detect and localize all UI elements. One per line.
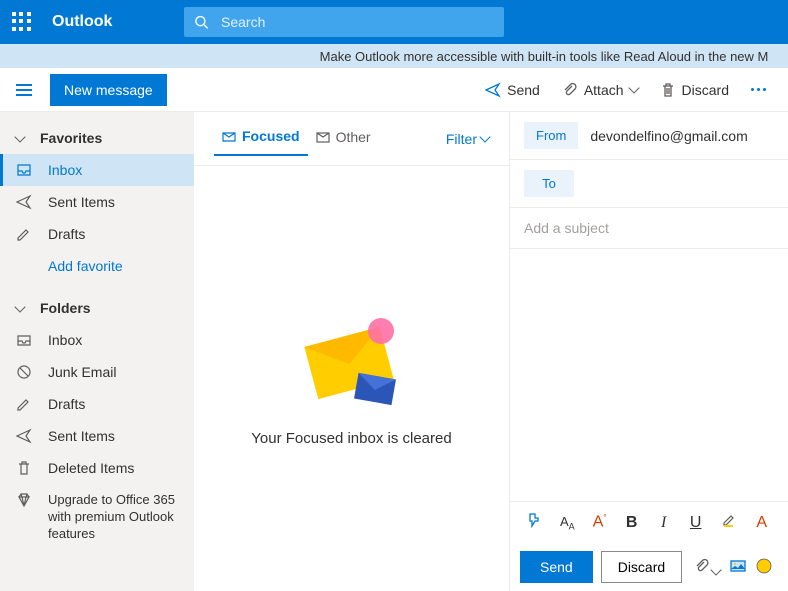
text-color-button[interactable]: A [749, 510, 775, 536]
tab-focused[interactable]: Focused [214, 122, 308, 156]
sidebar-item-drafts[interactable]: Drafts [0, 218, 194, 250]
chevron-down-icon [479, 131, 490, 142]
empty-text: Your Focused inbox is cleared [251, 428, 451, 449]
other-icon [316, 130, 330, 144]
sent-icon [16, 428, 32, 444]
attach-button[interactable]: Attach [552, 76, 648, 104]
chevron-down-icon [628, 82, 639, 93]
toolbar: New message Send Attach Discard [0, 68, 788, 112]
discard-button[interactable]: Discard [650, 76, 739, 104]
focused-icon [222, 129, 236, 143]
to-input[interactable] [586, 176, 774, 192]
hamburger-icon[interactable] [12, 80, 36, 100]
sidebar-item-sent[interactable]: Sent Items [0, 186, 194, 218]
favorites-header[interactable]: Favorites [0, 122, 194, 154]
send-icon [485, 82, 501, 98]
app-header: Outlook [0, 0, 788, 44]
tab-other[interactable]: Other [308, 123, 379, 155]
subject-input[interactable] [510, 208, 788, 249]
to-row: To [510, 160, 788, 208]
more-actions-button[interactable] [741, 82, 776, 97]
format-painter-button[interactable] [520, 508, 548, 537]
empty-illustration [292, 308, 412, 408]
attach-icon [562, 82, 578, 98]
format-toolbar: AA A° B I U A [510, 501, 788, 543]
sidebar-item-label: Drafts [48, 396, 85, 412]
search-box[interactable] [184, 7, 504, 37]
sidebar-item-inbox-folder[interactable]: Inbox [0, 324, 194, 356]
sidebar-item-label: Inbox [48, 162, 82, 178]
from-label[interactable]: From [524, 122, 578, 149]
sidebar-item-deleted[interactable]: Deleted Items [0, 452, 194, 484]
insert-emoji-button[interactable] [756, 558, 772, 577]
folders-header[interactable]: Folders [0, 292, 194, 324]
sidebar: Favorites Inbox Sent Items Drafts Add fa… [0, 112, 194, 591]
search-icon [194, 14, 209, 30]
trash-icon [16, 460, 32, 476]
compose-discard-button[interactable]: Discard [601, 551, 682, 583]
drafts-icon [16, 396, 32, 412]
app-launcher-icon[interactable] [12, 12, 32, 32]
sidebar-item-label: Sent Items [48, 194, 115, 210]
chevron-down-icon [14, 131, 25, 142]
sidebar-item-label: Deleted Items [48, 460, 134, 476]
sent-icon [16, 194, 32, 210]
send-button[interactable]: Send [475, 76, 550, 104]
trash-icon [660, 82, 676, 98]
compose-body[interactable] [510, 249, 788, 501]
sidebar-item-junk[interactable]: Junk Email [0, 356, 194, 388]
underline-button[interactable]: U [683, 510, 709, 536]
to-label[interactable]: To [524, 170, 574, 197]
drafts-icon [16, 226, 32, 242]
brand-label: Outlook [52, 13, 112, 31]
filter-button[interactable]: Filter [446, 131, 489, 147]
sidebar-item-label: Junk Email [48, 364, 116, 380]
font-color-button[interactable]: A° [587, 509, 613, 535]
sidebar-item-label: Drafts [48, 226, 85, 242]
message-list-pane: Focused Other Filter Your Focused inbox … [194, 112, 510, 591]
italic-button[interactable]: I [651, 510, 677, 536]
compose-pane: From devondelfino@gmail.com To AA A° B I… [510, 112, 788, 591]
sidebar-item-sent-folder[interactable]: Sent Items [0, 420, 194, 452]
sidebar-item-label: Upgrade to Office 365 with premium Outlo… [48, 492, 178, 543]
highlight-button[interactable] [715, 508, 743, 537]
compose-footer: Send Discard [510, 543, 788, 591]
chevron-down-icon [14, 301, 25, 312]
accessibility-banner: Make Outlook more accessible with built-… [0, 44, 788, 68]
sidebar-item-drafts-folder[interactable]: Drafts [0, 388, 194, 420]
diamond-icon [16, 492, 32, 508]
font-size-button[interactable]: AA [554, 510, 581, 536]
bold-button[interactable]: B [619, 510, 645, 536]
inbox-icon [16, 332, 32, 348]
empty-state: Your Focused inbox is cleared [194, 166, 509, 591]
sidebar-item-label: Sent Items [48, 428, 115, 444]
inbox-icon [16, 162, 32, 178]
compose-send-button[interactable]: Send [520, 551, 593, 583]
insert-image-button[interactable] [730, 558, 746, 577]
sidebar-item-inbox[interactable]: Inbox [0, 154, 194, 186]
junk-icon [16, 364, 32, 380]
attach-file-button[interactable] [694, 558, 720, 577]
search-input[interactable] [221, 14, 494, 30]
inbox-tabs: Focused Other Filter [194, 112, 509, 166]
add-favorite-link[interactable]: Add favorite [0, 250, 194, 282]
from-value: devondelfino@gmail.com [590, 128, 747, 144]
sidebar-item-upgrade[interactable]: Upgrade to Office 365 with premium Outlo… [0, 484, 194, 551]
sidebar-item-label: Inbox [48, 332, 82, 348]
new-message-button[interactable]: New message [50, 74, 167, 106]
from-row: From devondelfino@gmail.com [510, 112, 788, 160]
